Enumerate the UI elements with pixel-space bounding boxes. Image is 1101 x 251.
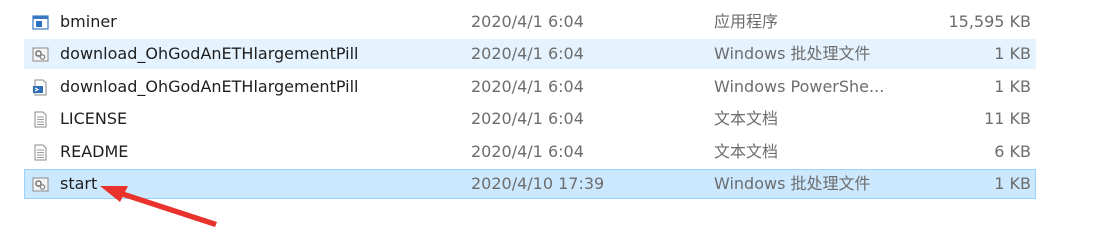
file-date: 2020/4/10 17:39	[471, 173, 605, 193]
file-row-download-bat[interactable]: download_OhGodAnETHlargementPill 2020/4/…	[24, 39, 1036, 70]
application-icon	[32, 15, 49, 30]
file-row-readme[interactable]: README 2020/4/1 6:04 文本文档 6 KB	[24, 137, 1036, 167]
file-date: 2020/4/1 6:04	[471, 109, 584, 129]
file-name: download_OhGodAnETHlargementPill	[60, 76, 359, 96]
file-row-bminer[interactable]: bminer 2020/4/1 6:04 应用程序 15,595 KB	[24, 7, 1036, 37]
file-size: 1 KB	[994, 173, 1031, 193]
batch-file-icon	[32, 47, 49, 62]
file-type: Windows 批处理文件	[714, 44, 871, 64]
file-name: README	[60, 141, 129, 161]
file-type: Windows 批处理文件	[714, 173, 871, 193]
powershell-script-icon	[33, 79, 47, 96]
file-type: 文本文档	[714, 141, 779, 161]
file-size: 6 KB	[994, 141, 1031, 161]
file-name: LICENSE	[60, 109, 128, 129]
file-row-license[interactable]: LICENSE 2020/4/1 6:04 文本文档 11 KB	[24, 104, 1036, 134]
file-date: 2020/4/1 6:04	[471, 12, 584, 31]
text-document-icon	[34, 111, 47, 128]
file-size: 1 KB	[994, 76, 1031, 96]
file-name: start	[60, 173, 98, 193]
file-size: 15,595 KB	[948, 12, 1031, 31]
file-date: 2020/4/1 6:04	[471, 44, 584, 64]
file-size: 11 KB	[984, 109, 1031, 129]
file-date: 2020/4/1 6:04	[471, 76, 584, 96]
file-date: 2020/4/1 6:04	[471, 141, 584, 161]
file-row-start[interactable]: start 2020/4/10 17:39 Windows 批处理文件 1 KB	[24, 168, 1036, 199]
file-list: bminer 2020/4/1 6:04 应用程序 15,595 KB down…	[24, 7, 1036, 201]
file-type: 文本文档	[714, 109, 779, 129]
file-type: 应用程序	[714, 12, 779, 31]
file-row-download-ps1[interactable]: download_OhGodAnETHlargementPill 2020/4/…	[24, 72, 1036, 102]
file-size: 1 KB	[994, 44, 1031, 64]
text-document-icon	[34, 144, 47, 161]
file-name: bminer	[60, 12, 117, 31]
file-type: Windows PowerShe...	[714, 76, 885, 96]
batch-file-icon	[32, 177, 49, 192]
file-name: download_OhGodAnETHlargementPill	[60, 44, 359, 64]
